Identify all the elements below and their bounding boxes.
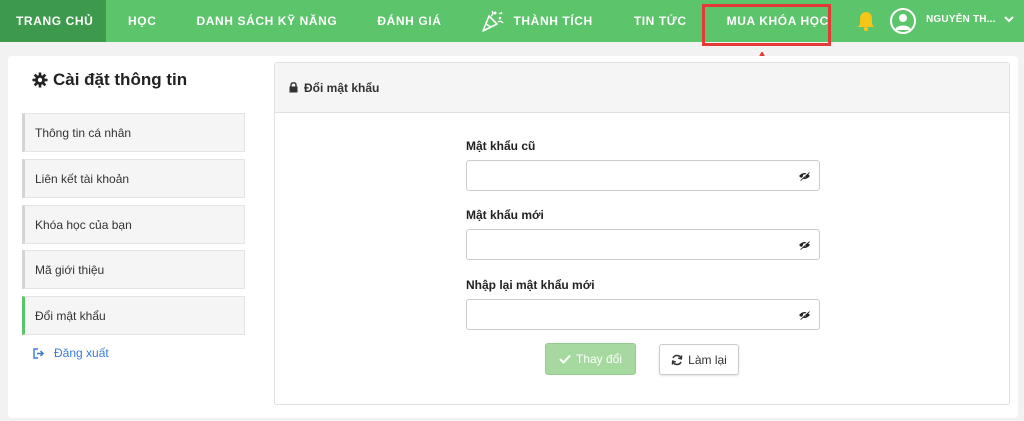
sidebar-item-referral-code[interactable]: Mã giới thiệu <box>22 250 245 289</box>
submit-label: Thay đổi <box>575 352 623 366</box>
panel-title: Đổi mật khẩu <box>304 80 380 95</box>
eye-slash-icon[interactable] <box>798 240 811 250</box>
sidebar-title-text: Cài đặt thông tin <box>53 70 188 89</box>
old-password-label: Mật khẩu cũ <box>466 139 536 153</box>
new-password-input[interactable] <box>467 230 787 259</box>
confirm-password-field <box>466 299 820 330</box>
nav-achievements-label: THÀNH TÍCH <box>513 14 593 28</box>
bell-icon[interactable] <box>856 10 876 32</box>
sidebar-item-linked-accounts[interactable]: Liên kết tài khoản <box>22 159 245 198</box>
sidebar-title: Cài đặt thông tin <box>32 70 187 90</box>
eye-slash-icon[interactable] <box>798 310 811 320</box>
nav-learn[interactable]: HỌC <box>128 0 156 42</box>
new-password-label: Mật khẩu mới <box>466 208 544 222</box>
user-name[interactable]: NGUYỄN TH... <box>926 14 996 25</box>
new-password-field <box>466 229 820 260</box>
sidebar-item-change-password[interactable]: Đổi mật khẩu <box>22 296 245 335</box>
refresh-icon <box>671 354 683 365</box>
sign-out-icon <box>33 347 45 359</box>
old-password-input[interactable] <box>467 161 787 190</box>
panel-header: Đổi mật khẩu <box>275 63 1009 113</box>
gear-icon <box>32 72 48 88</box>
sidebar-item-your-courses[interactable]: Khóa học của bạn <box>22 205 245 244</box>
reset-label: Làm lại <box>688 352 727 367</box>
nav-home[interactable]: TRANG CHỦ <box>0 0 106 42</box>
reset-button[interactable]: Làm lại <box>659 344 739 375</box>
confirm-password-input[interactable] <box>467 300 787 329</box>
eye-slash-icon[interactable] <box>798 171 811 181</box>
chevron-down-icon[interactable] <box>1003 14 1015 24</box>
highlight-box <box>702 4 831 46</box>
check-icon <box>559 354 571 364</box>
logout-label: Đăng xuất <box>54 346 109 360</box>
confetti-icon <box>482 10 505 32</box>
nav-achievements[interactable]: THÀNH TÍCH <box>479 0 592 42</box>
lock-icon <box>289 82 298 93</box>
top-nav: TRANG CHỦ HỌC DANH SÁCH KỸ NĂNG ĐÁNH GIÁ… <box>0 0 1024 42</box>
nav-skill-list[interactable]: DANH SÁCH KỸ NĂNG <box>196 0 337 42</box>
nav-evaluate[interactable]: ĐÁNH GIÁ <box>377 0 441 42</box>
nav-news[interactable]: TIN TỨC <box>634 0 687 42</box>
confirm-password-label: Nhập lại mật khẩu mới <box>466 278 595 292</box>
user-avatar-icon[interactable] <box>890 8 916 34</box>
old-password-field <box>466 160 820 191</box>
logout-link[interactable]: Đăng xuất <box>33 346 109 360</box>
change-password-submit-button[interactable]: Thay đổi <box>545 343 636 375</box>
sidebar-item-personal-info[interactable]: Thông tin cá nhân <box>22 113 245 152</box>
